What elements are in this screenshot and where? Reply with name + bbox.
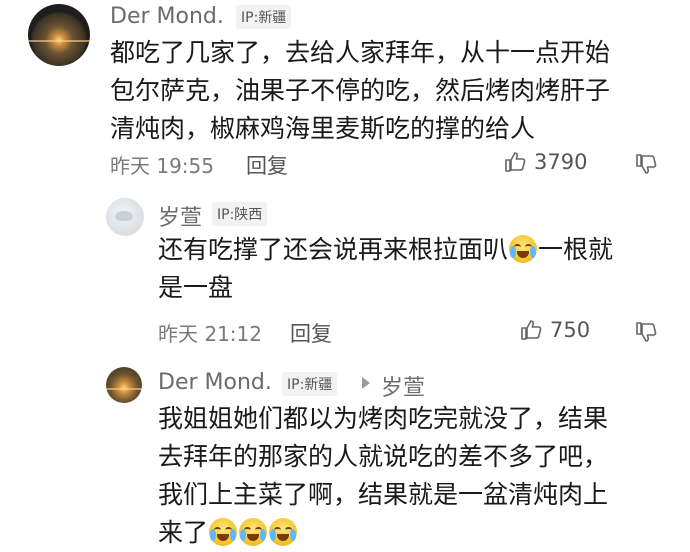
comment-line: 包尔萨克，油果子不停的吃，然后烤肉烤肝子	[110, 76, 611, 105]
comment-line: 还有吃撑了还会说再来根拉面叭 一根就	[158, 231, 668, 269]
crying-laughing-emoji	[509, 235, 538, 263]
crying-laughing-emoji	[209, 518, 238, 546]
thumbs-up-icon[interactable]	[504, 150, 528, 174]
reply-button[interactable]: 回复	[246, 150, 288, 180]
avatar[interactable]	[28, 4, 90, 66]
thumbs-up-icon[interactable]	[520, 318, 544, 342]
like-count: 3790	[534, 150, 588, 174]
comment-timestamp: 昨天 21:12	[158, 322, 262, 346]
like-count: 750	[550, 318, 591, 342]
comment-author[interactable]: 岁萱	[158, 200, 202, 232]
ip-location-badge: IP:新疆	[236, 5, 292, 29]
ip-location-badge: IP:新疆	[282, 372, 338, 396]
comment-text: 我姐姐她们都以为烤肉吃完就没了，结果 去拜年的那家的人就说吃的差不多了吧， 我们…	[158, 400, 668, 552]
comment-line: 是一盘	[158, 273, 234, 302]
reply-button[interactable]: 回复	[290, 318, 332, 348]
reply-to-author[interactable]: 岁萱	[381, 370, 425, 402]
comment-line: 都吃了几家了，去给人家拜年，从十一点开始	[110, 38, 611, 67]
comment-line: 来了	[158, 514, 668, 552]
thumbs-down-icon[interactable]	[635, 320, 659, 344]
comment-line: 我们上主菜了啊，结果就是一盆清炖肉上	[158, 480, 609, 509]
comment-line-part: 还有吃撑了还会说再来根拉面叭	[158, 235, 509, 264]
comment-text: 还有吃撑了还会说再来根拉面叭 一根就 是一盘	[158, 231, 668, 307]
comment-author[interactable]: Der Mond.	[110, 4, 224, 29]
crying-laughing-emoji	[269, 518, 298, 546]
avatar[interactable]	[106, 367, 142, 403]
comment-line-part: 一根就	[538, 235, 614, 264]
comment-line: 我姐姐她们都以为烤肉吃完就没了，结果	[158, 404, 609, 433]
comment-text: 都吃了几家了，去给人家拜年，从十一点开始 包尔萨克，油果子不停的吃，然后烤肉烤肝…	[110, 34, 670, 148]
ip-location-badge: IP:陕西	[212, 202, 268, 226]
comment-timestamp: 昨天 19:55	[110, 154, 214, 178]
crying-laughing-emoji	[239, 518, 268, 546]
reply-arrow-icon	[362, 377, 370, 389]
comment-author[interactable]: Der Mond.	[158, 370, 272, 395]
thumbs-down-icon[interactable]	[635, 152, 659, 176]
comment-line: 去拜年的那家的人就说吃的差不多了吧，	[158, 442, 609, 471]
comment-line: 清炖肉，椒麻鸡海里麦斯吃的撑的给人	[110, 114, 536, 143]
avatar[interactable]	[106, 198, 144, 236]
